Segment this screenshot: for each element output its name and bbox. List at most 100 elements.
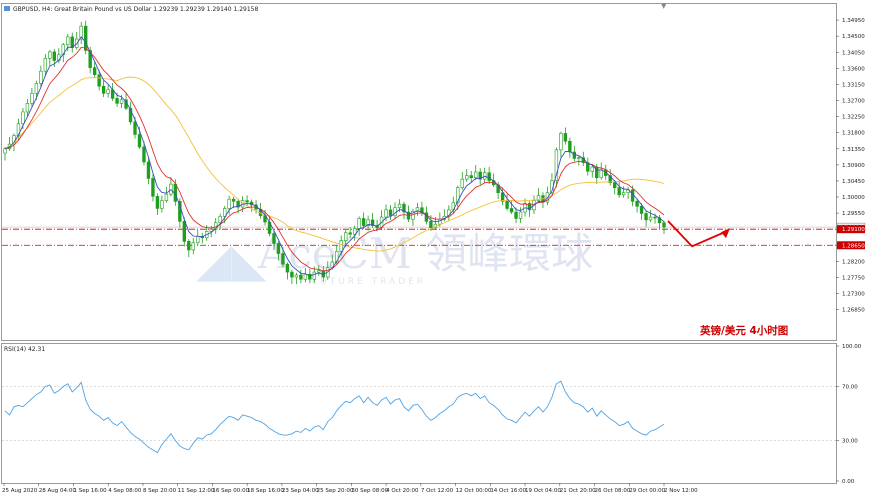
candle-body (34, 83, 39, 94)
time-axis-label: 28 Aug 04:00 (39, 488, 77, 494)
candle-body (25, 103, 30, 113)
price-axis-label: 1.26850 (842, 308, 865, 314)
candle-body (187, 241, 191, 251)
time-axis-label: 12 Oct 00:00 (456, 488, 492, 494)
time-axis-label: 8 Sep 20:00 (143, 488, 177, 494)
candle-body (653, 216, 657, 219)
candle-body (272, 233, 276, 244)
candle-body (290, 271, 294, 278)
price-axis-label: 1.28200 (842, 259, 865, 265)
price-axis-label: 1.30450 (842, 179, 865, 185)
candle-body (196, 236, 200, 244)
candle-body (276, 243, 281, 254)
candle-body (474, 171, 478, 179)
chart-window: ◢◣ AceCM 領峰環球 FUTURE TRADER 1.34950 1.345… (0, 0, 870, 495)
price-panel (1, 3, 837, 341)
candle-body (151, 178, 155, 197)
time-axis-label: 29 Oct 00:00 (629, 488, 665, 494)
candle-body (106, 89, 110, 94)
rsi-axis-label: 70.00 (842, 385, 858, 391)
candle-body (21, 111, 25, 125)
time-axis-label: 30 Sep 08:00 (351, 488, 388, 494)
price-axis-label: 1.30000 (842, 195, 865, 201)
price-axis-label: 1.32250 (842, 115, 865, 121)
price-axis-label: 1.32700 (842, 99, 865, 105)
candle-body (388, 209, 393, 216)
time-axis-label: 25 Sep 20:00 (317, 488, 354, 494)
candle-body (429, 221, 433, 229)
time-axis-label: 23 Sep 04:00 (282, 488, 319, 494)
candle-body (617, 187, 621, 196)
price-axis-label: 1.27750 (842, 275, 865, 281)
price-axis-label: 1.33150 (842, 82, 865, 88)
candle-body (559, 133, 563, 151)
price-axis-label: 1.30900 (842, 163, 865, 169)
candle-body (518, 211, 523, 219)
level-label: 1.28650 (842, 243, 865, 249)
header-icon (4, 6, 10, 11)
candle-body (563, 133, 568, 142)
time-axis-label: 18 Sep 16:00 (247, 488, 284, 494)
candle-body (39, 70, 43, 84)
candle-body (137, 134, 142, 148)
candle-body (146, 161, 151, 179)
candle-body (312, 271, 317, 280)
candle-body (92, 67, 97, 76)
candle-body (52, 51, 57, 61)
price-axis-label: 1.34500 (842, 34, 865, 40)
candle-body (155, 196, 160, 209)
candle-body (160, 200, 164, 209)
price-axis-label: 1.29550 (842, 211, 865, 217)
candle-body (294, 274, 299, 278)
watermark-subtext: FUTURE TRADER (312, 277, 426, 287)
rsi-axis-label: 0.00 (842, 479, 855, 485)
candle-body (621, 192, 626, 196)
watermark-text: AceCM 領峰環球 (257, 229, 593, 278)
price-axis-label: 1.34050 (842, 50, 865, 56)
candle-body (465, 175, 469, 180)
collapse-icon[interactable]: ▼ (661, 2, 667, 10)
candle-body (572, 151, 577, 159)
time-axis-label: 25 Aug 2020 (2, 488, 38, 494)
candle-body (438, 218, 442, 225)
candle-body (639, 206, 644, 214)
candle-body (299, 274, 303, 280)
candle-body (43, 58, 48, 72)
candle-body (397, 203, 402, 209)
candle-body (514, 211, 518, 219)
candle-body (303, 273, 308, 280)
rsi-panel (1, 343, 837, 484)
time-axis-label: 14 Oct 16:00 (490, 488, 526, 494)
candle-body (164, 193, 169, 201)
time-axis-label: 2 Nov 12:00 (664, 488, 698, 494)
candle-body (487, 172, 491, 181)
candle-body (509, 208, 514, 213)
candle-body (119, 99, 124, 104)
candle-body (568, 140, 572, 153)
candle-body (635, 201, 639, 207)
time-axis-label: 21 Oct 20:00 (560, 488, 596, 494)
time-axis-label: 11 Sep 12:00 (178, 488, 215, 494)
chart-annotation: 英镑/美元 4小时图 (699, 324, 788, 337)
candle-body (101, 85, 106, 94)
candle-body (66, 36, 70, 46)
candle-body (231, 198, 236, 202)
price-axis-label: 1.33600 (842, 66, 865, 72)
candle-body (182, 221, 187, 242)
candle-body (357, 218, 361, 229)
candle-body (115, 98, 119, 104)
candle-body (3, 148, 7, 154)
candle-body (577, 157, 581, 160)
time-axis-label: 4 Oct 20:00 (386, 488, 419, 494)
chart-canvas: ◢◣ AceCM 領峰環球 FUTURE TRADER 1.34950 1.345… (1, 2, 866, 494)
time-axis-label: 1 Sep 16:00 (73, 488, 107, 494)
candle-body (339, 240, 343, 252)
price-axis-label: 1.31800 (842, 131, 865, 137)
rsi-header: RSI(14) 42.31 (4, 346, 45, 353)
time-axis-label: 19 Oct 04:00 (525, 488, 561, 494)
time-axis-label: 26 Oct 08:00 (595, 488, 631, 494)
candle-body (352, 228, 357, 235)
price-axis-label: 1.27300 (842, 292, 865, 298)
candle-body (384, 209, 388, 218)
candle-body (590, 166, 594, 172)
